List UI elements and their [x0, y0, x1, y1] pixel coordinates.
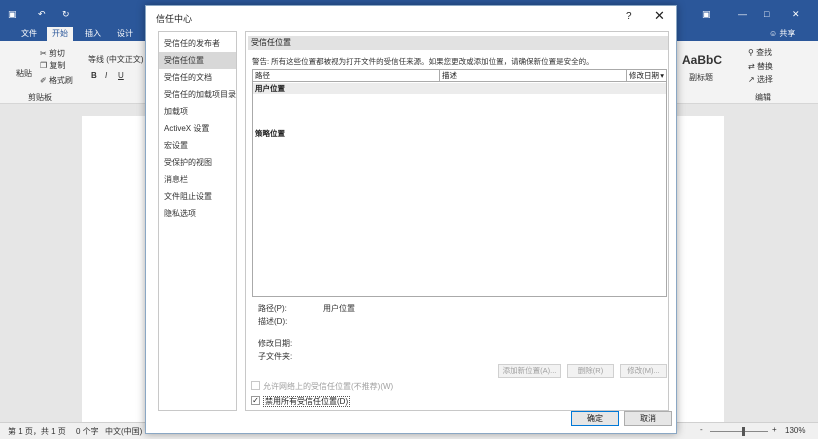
nav-item-message-bar[interactable]: 消息栏: [159, 171, 236, 188]
modified-date-label: 修改日期:: [258, 339, 293, 348]
nav-item-file-block-settings[interactable]: 文件阻止设置: [159, 188, 236, 205]
replace-button[interactable]: ⇄ 替换: [748, 61, 773, 72]
disable-all-locations-label: 禁用所有受信任位置(D): [263, 396, 351, 407]
maximize-icon[interactable]: □: [764, 8, 769, 20]
modify-button[interactable]: 修改(M)...: [620, 364, 667, 378]
column-header-modified-date[interactable]: 修改日期 ▾: [627, 70, 666, 82]
nav-item-trusted-addin-catalogs[interactable]: 受信任的加载项目录: [159, 86, 236, 103]
cancel-button[interactable]: 取消: [624, 411, 672, 426]
format-painter-label: 格式刷: [48, 76, 73, 85]
save-icon[interactable]: ▣: [8, 8, 17, 20]
trusted-locations-table: 路径 描述 修改日期 ▾ 用户位置 策略位置: [252, 69, 667, 297]
underline-button[interactable]: U: [118, 71, 124, 80]
trusted-locations-panel: 受信任位置 警告: 所有这些位置都被视为打开文件的受信任来源。如果您更改或添加位…: [245, 31, 669, 411]
share-button[interactable]: ☺ 共享: [764, 27, 800, 41]
ribbon-display-icon[interactable]: ▣: [702, 8, 711, 20]
group-header-user-locations: 用户位置: [253, 83, 666, 94]
warning-text: 警告: 所有这些位置都被视为打开文件的受信任来源。如果您更改或添加位置，请确保新…: [252, 57, 594, 66]
language-indicator[interactable]: 中文(中国): [105, 426, 142, 437]
word-count[interactable]: 0 个字: [76, 426, 99, 437]
column-header-description[interactable]: 描述: [440, 70, 627, 82]
close-icon[interactable]: ✕: [654, 9, 665, 23]
find-button[interactable]: ⚲ 查找: [748, 47, 772, 58]
copy-label: 复制: [49, 61, 66, 70]
tab-design[interactable]: 设计: [112, 27, 138, 41]
add-new-location-button[interactable]: 添加新位置(A)...: [498, 364, 561, 378]
style-name: 副标题: [689, 73, 713, 82]
nav-item-macro-settings[interactable]: 宏设置: [159, 137, 236, 154]
path-label: 路径(P):: [258, 304, 287, 313]
section-title: 受信任位置: [248, 36, 668, 50]
nav-item-privacy-options[interactable]: 隐私选项: [159, 205, 236, 222]
trust-center-dialog: 信任中心 ? ✕ 受信任的发布者 受信任位置 受信任的文档 受信任的加载项目录 …: [145, 5, 677, 434]
zoom-out-button[interactable]: -: [700, 425, 703, 434]
copy-button[interactable]: ❐ 复制: [40, 60, 65, 71]
modified-date-label: 修改日期: [629, 71, 659, 80]
zoom-slider[interactable]: [710, 431, 768, 432]
checkmark-icon: ✓: [252, 396, 259, 405]
sort-down-icon: ▾: [660, 71, 664, 80]
paste-button[interactable]: 粘贴: [16, 68, 32, 79]
format-painter-button[interactable]: ✐ 格式刷: [40, 75, 73, 86]
scissors-icon: ✂: [40, 49, 47, 58]
tab-insert[interactable]: 插入: [80, 27, 106, 41]
remove-button[interactable]: 删除(R): [567, 364, 614, 378]
clipboard-group-label: 剪贴板: [28, 93, 52, 102]
italic-button[interactable]: I: [105, 71, 107, 80]
nav-item-addins[interactable]: 加载项: [159, 103, 236, 120]
copy-icon: ❐: [40, 61, 48, 70]
brush-icon: ✐: [40, 76, 47, 85]
find-label: 查找: [756, 48, 773, 57]
nav-item-trusted-publishers[interactable]: 受信任的发布者: [159, 35, 236, 52]
allow-network-locations-checkbox[interactable]: [251, 381, 260, 390]
select-label: 选择: [756, 75, 773, 84]
share-label: 共享: [779, 29, 796, 38]
tab-file[interactable]: 文件: [16, 27, 42, 41]
allow-network-locations-label: 允许网络上的受信任位置(不推荐)(W): [263, 382, 394, 391]
minimize-icon[interactable]: —: [738, 8, 747, 20]
subfolders-label: 子文件夹:: [258, 352, 293, 361]
zoom-level[interactable]: 130%: [785, 426, 805, 435]
cut-label: 剪切: [48, 49, 65, 58]
replace-icon: ⇄: [748, 62, 755, 71]
zoom-in-button[interactable]: +: [772, 425, 777, 434]
person-icon: ☺: [769, 29, 778, 38]
cut-button[interactable]: ✂ 剪切: [40, 48, 65, 59]
undo-icon[interactable]: ↶: [38, 8, 46, 20]
group-header-policy-locations: 策略位置: [255, 129, 285, 138]
window-close-icon[interactable]: ✕: [792, 8, 800, 20]
nav-item-trusted-locations[interactable]: 受信任位置: [159, 52, 236, 69]
style-sample[interactable]: AaBbC: [682, 53, 722, 67]
help-icon[interactable]: ?: [626, 11, 632, 22]
trust-center-nav: 受信任的发布者 受信任位置 受信任的文档 受信任的加载项目录 加载项 Activ…: [158, 31, 237, 411]
path-value: 用户位置: [323, 304, 355, 313]
dialog-title: 信任中心: [156, 14, 193, 24]
font-name-select[interactable]: 等线 (中文正文): [88, 54, 144, 65]
zoom-slider-thumb[interactable]: [742, 427, 745, 436]
redo-icon[interactable]: ↻: [62, 8, 70, 20]
replace-label: 替换: [756, 62, 773, 71]
tab-home[interactable]: 开始: [47, 27, 73, 41]
description-label: 描述(D):: [258, 317, 288, 326]
page-count[interactable]: 第 1 页，共 1 页: [8, 426, 66, 437]
nav-item-activex-settings[interactable]: ActiveX 设置: [159, 120, 236, 137]
bold-button[interactable]: B: [91, 71, 97, 80]
column-header-path[interactable]: 路径: [253, 70, 440, 82]
cursor-icon: ↗: [748, 75, 755, 84]
nav-item-protected-view[interactable]: 受保护的视图: [159, 154, 236, 171]
select-button[interactable]: ↗ 选择: [748, 74, 773, 85]
ok-button[interactable]: 确定: [571, 411, 619, 426]
edit-group-label: 编辑: [755, 93, 771, 102]
nav-item-trusted-documents[interactable]: 受信任的文档: [159, 69, 236, 86]
search-icon: ⚲: [748, 48, 754, 57]
disable-all-locations-checkbox[interactable]: ✓: [251, 396, 260, 405]
